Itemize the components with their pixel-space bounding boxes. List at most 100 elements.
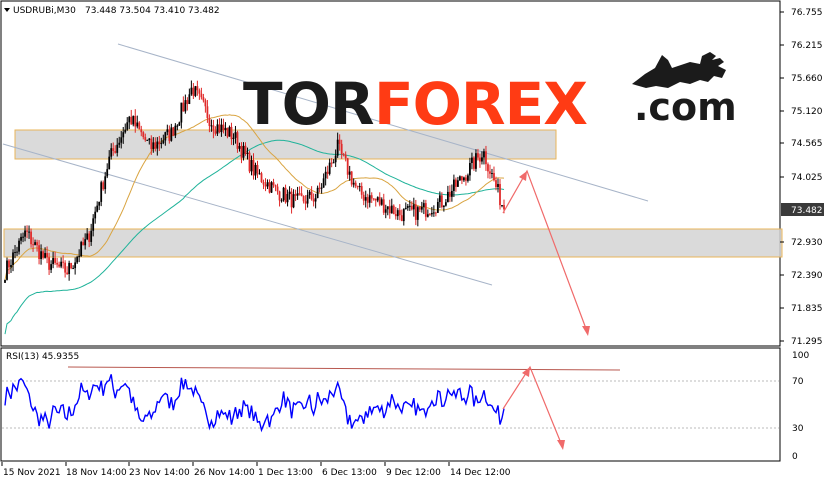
candle-body [184, 100, 187, 112]
candle-body [446, 191, 449, 203]
candle-body [62, 261, 65, 263]
candle-body [302, 196, 305, 202]
candle-body [330, 162, 333, 164]
price-tick: 75.660 [791, 74, 823, 84]
candle-body [308, 191, 311, 195]
candle-body [60, 261, 63, 267]
candle-body [320, 187, 323, 189]
candle-body [471, 157, 473, 164]
candle-body [280, 200, 283, 202]
candle-body [40, 251, 42, 260]
candle-body [108, 156, 111, 170]
candle-body [465, 177, 467, 181]
candle-body [70, 262, 73, 269]
candle-body [420, 206, 423, 210]
candle-body [238, 146, 241, 149]
candle-body [186, 100, 189, 104]
candle-body [52, 258, 54, 265]
candle-body [316, 187, 319, 199]
price-chart: USDRUBi,M30 73.448 73.504 73.410 73.482 … [0, 0, 824, 478]
candle-body [198, 90, 201, 94]
candle-body [360, 186, 363, 195]
candle-body [236, 132, 239, 149]
rsi-axis: 100 70 30 0 [792, 351, 809, 462]
candle-body [258, 173, 261, 175]
candle-body [24, 230, 26, 237]
candle-body [374, 198, 377, 201]
candle-body [436, 201, 439, 213]
candle-body [306, 194, 309, 204]
candle-body [140, 129, 143, 133]
price-tick: 72.930 [791, 238, 823, 248]
candle-body [412, 204, 415, 210]
candle-body [80, 242, 83, 257]
candle-body [336, 139, 339, 156]
candle-body [120, 137, 123, 143]
candle-body [178, 122, 181, 126]
candle-body [252, 160, 255, 176]
candle-body [274, 185, 277, 187]
candle-body [218, 124, 221, 133]
candle-body [182, 102, 185, 112]
candle-body [34, 242, 36, 245]
candle-body [250, 160, 253, 172]
candle-body [152, 142, 155, 150]
time-tick: 1 Dec 13:00 [258, 468, 313, 478]
candle-body [90, 230, 93, 242]
candle-body [112, 148, 115, 152]
candle-body [146, 139, 149, 141]
candle-body [212, 125, 215, 132]
candle-body [114, 151, 117, 153]
candle-body [210, 125, 213, 127]
candle-body [348, 171, 351, 175]
candle-body [242, 145, 245, 158]
candle-body [246, 152, 249, 154]
price-tick: 76.215 [791, 41, 823, 51]
candle-body [292, 194, 295, 208]
candle-body [334, 155, 337, 163]
candle-body [346, 158, 349, 175]
candle-body [200, 93, 203, 98]
candle-body [208, 117, 211, 126]
candle-body [168, 129, 171, 141]
candle-body [368, 195, 371, 203]
candle-body [276, 186, 279, 192]
time-tick: 14 Dec 12:00 [450, 468, 511, 478]
candle-body [501, 205, 503, 207]
candle-body [228, 126, 231, 137]
logo-text-com: .com [634, 85, 737, 129]
candle-body [202, 97, 205, 101]
candle-body [194, 86, 197, 96]
candle-body [278, 191, 281, 201]
candle-body [268, 182, 271, 193]
candle-body [304, 201, 307, 204]
candle-body [188, 94, 191, 104]
ohlc-values: 73.448 73.504 73.410 73.482 [85, 6, 220, 16]
candle-body [106, 169, 109, 177]
candle-body [497, 184, 499, 188]
candle-body [426, 214, 429, 217]
price-tick: 74.565 [791, 139, 823, 149]
candle-body [138, 122, 141, 130]
candle-body [372, 198, 375, 200]
candle-body [226, 127, 229, 137]
candle-body [344, 154, 347, 159]
candle-body [104, 176, 107, 190]
candle-body [72, 268, 75, 270]
candle-body [196, 86, 199, 91]
candle-body [164, 132, 167, 141]
candle-body [8, 260, 10, 268]
candle-body [298, 193, 301, 195]
candle-body [322, 178, 325, 188]
candle-body [102, 182, 105, 190]
candle-body [66, 272, 69, 275]
candle-body [461, 176, 463, 181]
candle-body [234, 132, 237, 138]
candle-body [68, 262, 71, 275]
time-tick: 18 Nov 14:00 [66, 468, 127, 478]
candle-body [270, 182, 273, 193]
candle-body [489, 171, 491, 174]
candle-body [300, 193, 303, 197]
candle-body [244, 145, 247, 154]
candle-body [499, 184, 501, 206]
